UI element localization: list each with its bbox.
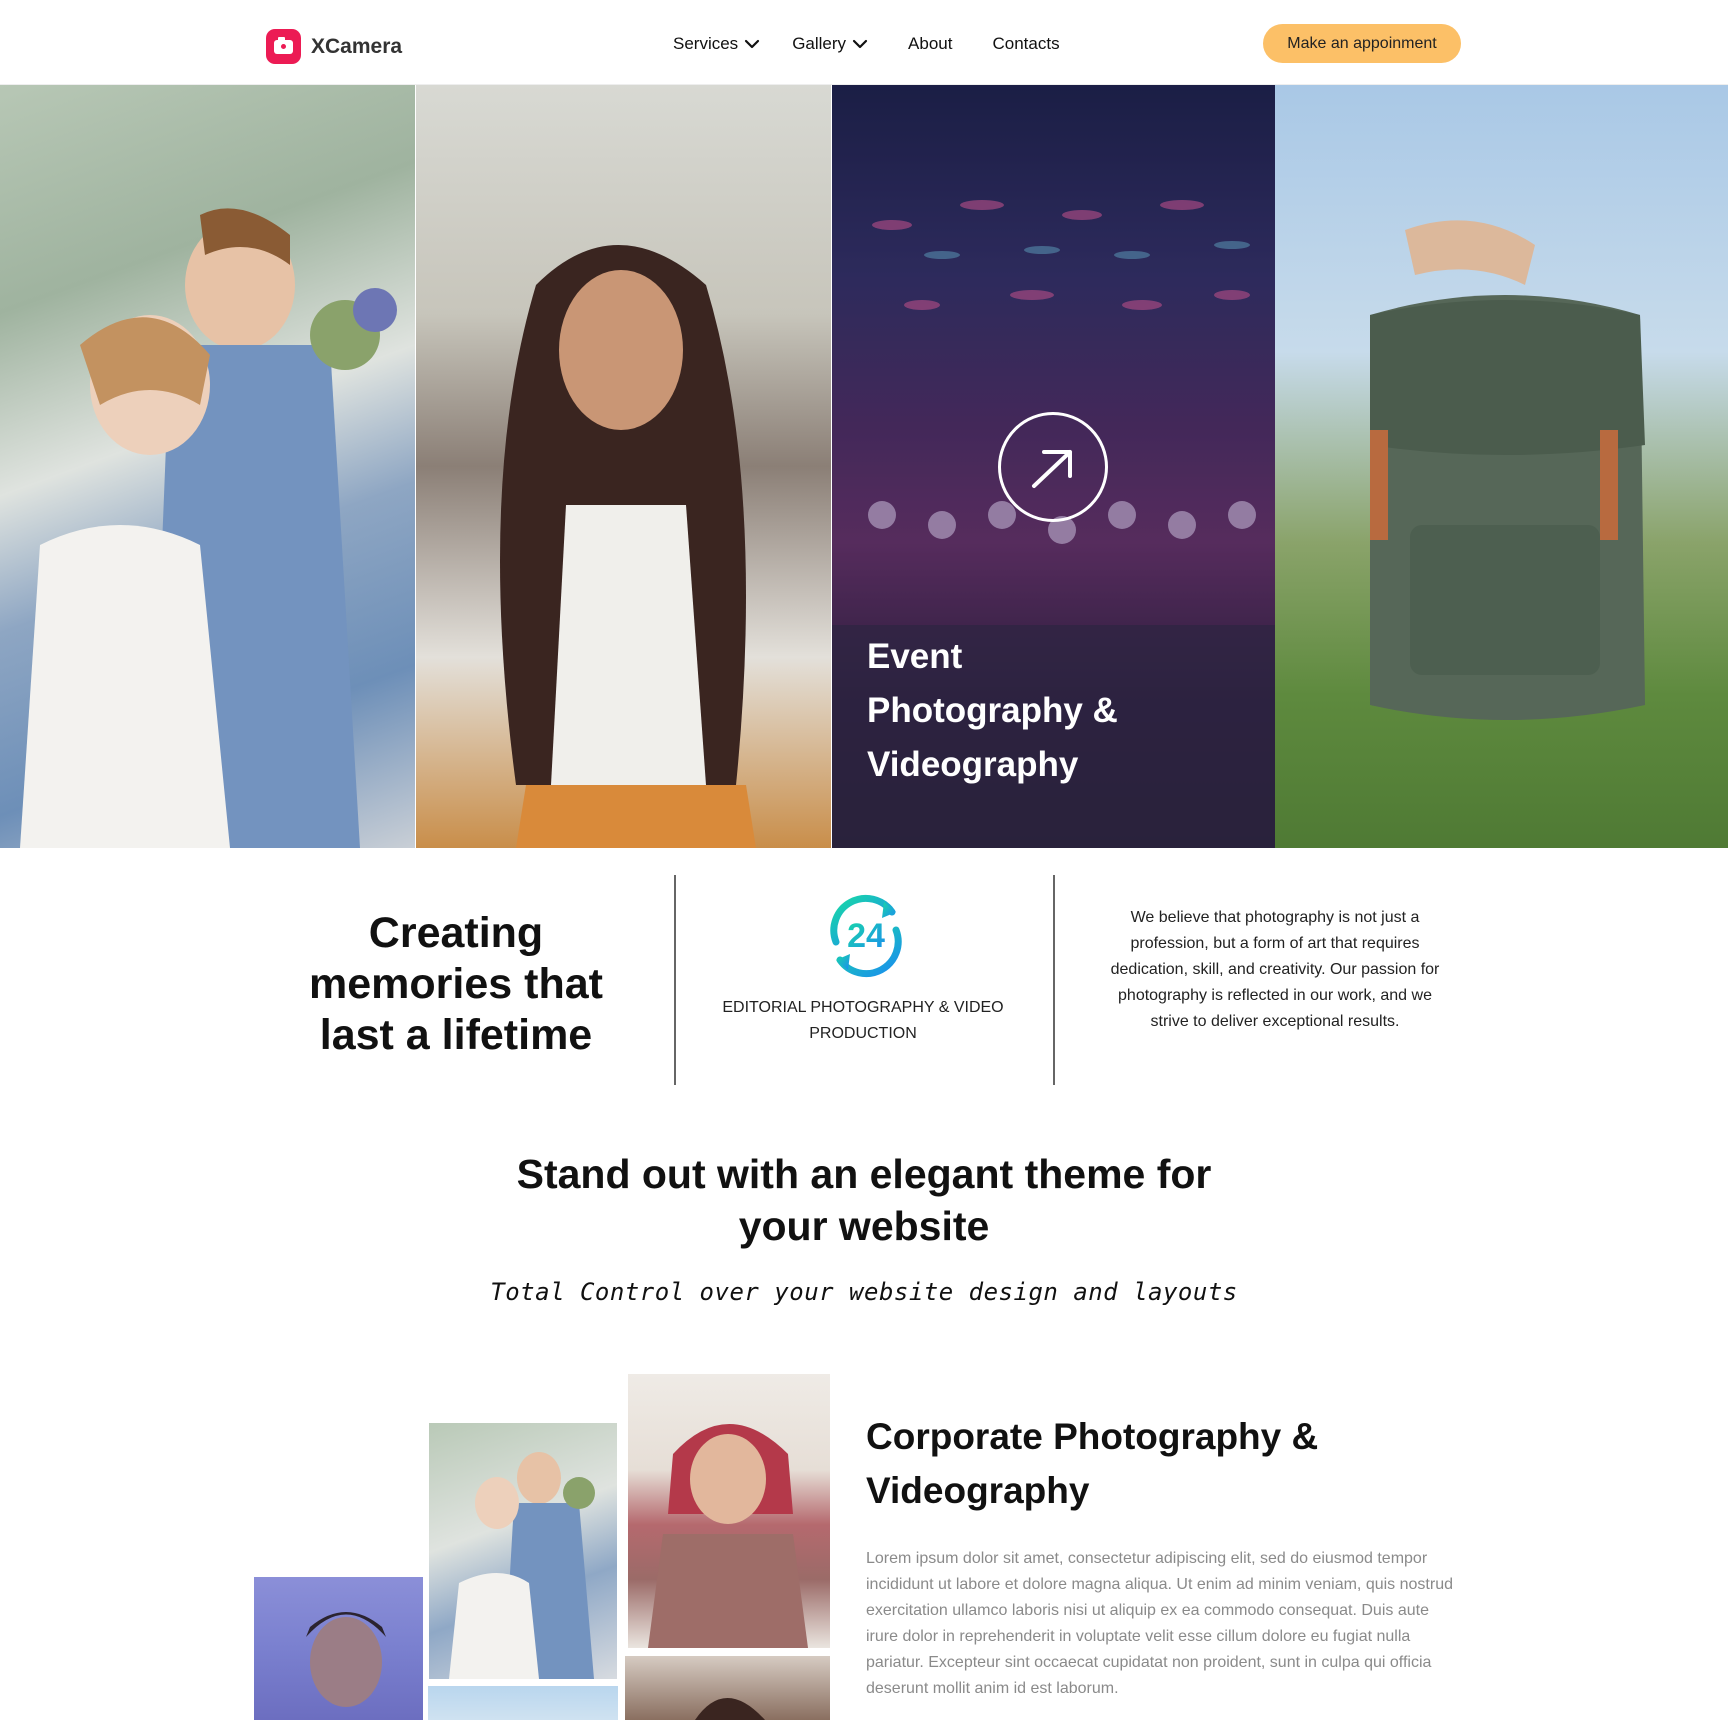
- main-nav: Services Gallery About Contacts: [673, 32, 1092, 56]
- section-subtitle: Total Control over your website design a…: [490, 1278, 1238, 1306]
- nav-item-gallery[interactable]: Gallery: [792, 34, 868, 54]
- sky-thumbnail[interactable]: [428, 1686, 618, 1720]
- section-title: Stand out with an elegant theme for your…: [516, 1151, 1212, 1249]
- red-hair-portrait-photo[interactable]: [628, 1374, 830, 1648]
- arrow-up-right-icon[interactable]: [998, 412, 1108, 522]
- portrait-purple-photo[interactable]: [254, 1577, 423, 1720]
- logo[interactable]: XCamera: [266, 29, 402, 64]
- wedding-couple-thumbnail[interactable]: [429, 1423, 617, 1679]
- divider: [674, 875, 676, 1085]
- svg-text:24: 24: [847, 917, 885, 955]
- features-row: Creating memories that last a lifetime 2…: [0, 848, 1728, 1085]
- nav-item-about[interactable]: About: [908, 34, 952, 54]
- nav-item-contacts[interactable]: Contacts: [992, 34, 1059, 54]
- 24-hours-icon: 24: [822, 892, 910, 980]
- site-header: XCamera Services Gallery About Contacts …: [0, 0, 1728, 85]
- divider: [1053, 875, 1055, 1085]
- nav-item-label: Services: [673, 34, 739, 53]
- nav-item-label: Contacts: [992, 34, 1060, 53]
- brand-name: XCamera: [311, 34, 403, 58]
- event-lights-photo[interactable]: Event Photography & Videography: [832, 85, 1275, 848]
- backpack-landscape-photo[interactable]: [1275, 85, 1728, 848]
- camera-logo-icon: [266, 29, 301, 64]
- editorial-photography-label: EDITORIAL PHOTOGRAPHY & VIDEO PRODUCTION: [722, 999, 1004, 1042]
- hero-gallery: Event Photography & Videography: [0, 85, 1728, 848]
- make-appointment-button[interactable]: Make an appoinment: [1263, 24, 1461, 63]
- curly-hair-portrait-photo[interactable]: [416, 85, 831, 848]
- wedding-couple-photo[interactable]: [0, 85, 415, 848]
- chevron-down-icon: [852, 36, 868, 52]
- nav-item-label: About: [908, 34, 953, 53]
- event-photography-title: Event Photography & Videography: [867, 637, 1118, 784]
- corporate-description: Lorem ipsum dolor sit amet, consectetur …: [866, 1550, 1453, 1697]
- nav-item-services[interactable]: Services: [673, 34, 760, 54]
- chevron-down-icon: [744, 36, 760, 52]
- portrait-thumbnail[interactable]: [625, 1656, 830, 1720]
- nav-item-label: Gallery: [792, 34, 847, 53]
- philosophy-text: We believe that photography is not just …: [1110, 909, 1440, 1030]
- corporate-photography-title: Corporate Photography & Videography: [866, 1416, 1319, 1511]
- memories-headline: Creating memories that last a lifetime: [309, 909, 603, 1059]
